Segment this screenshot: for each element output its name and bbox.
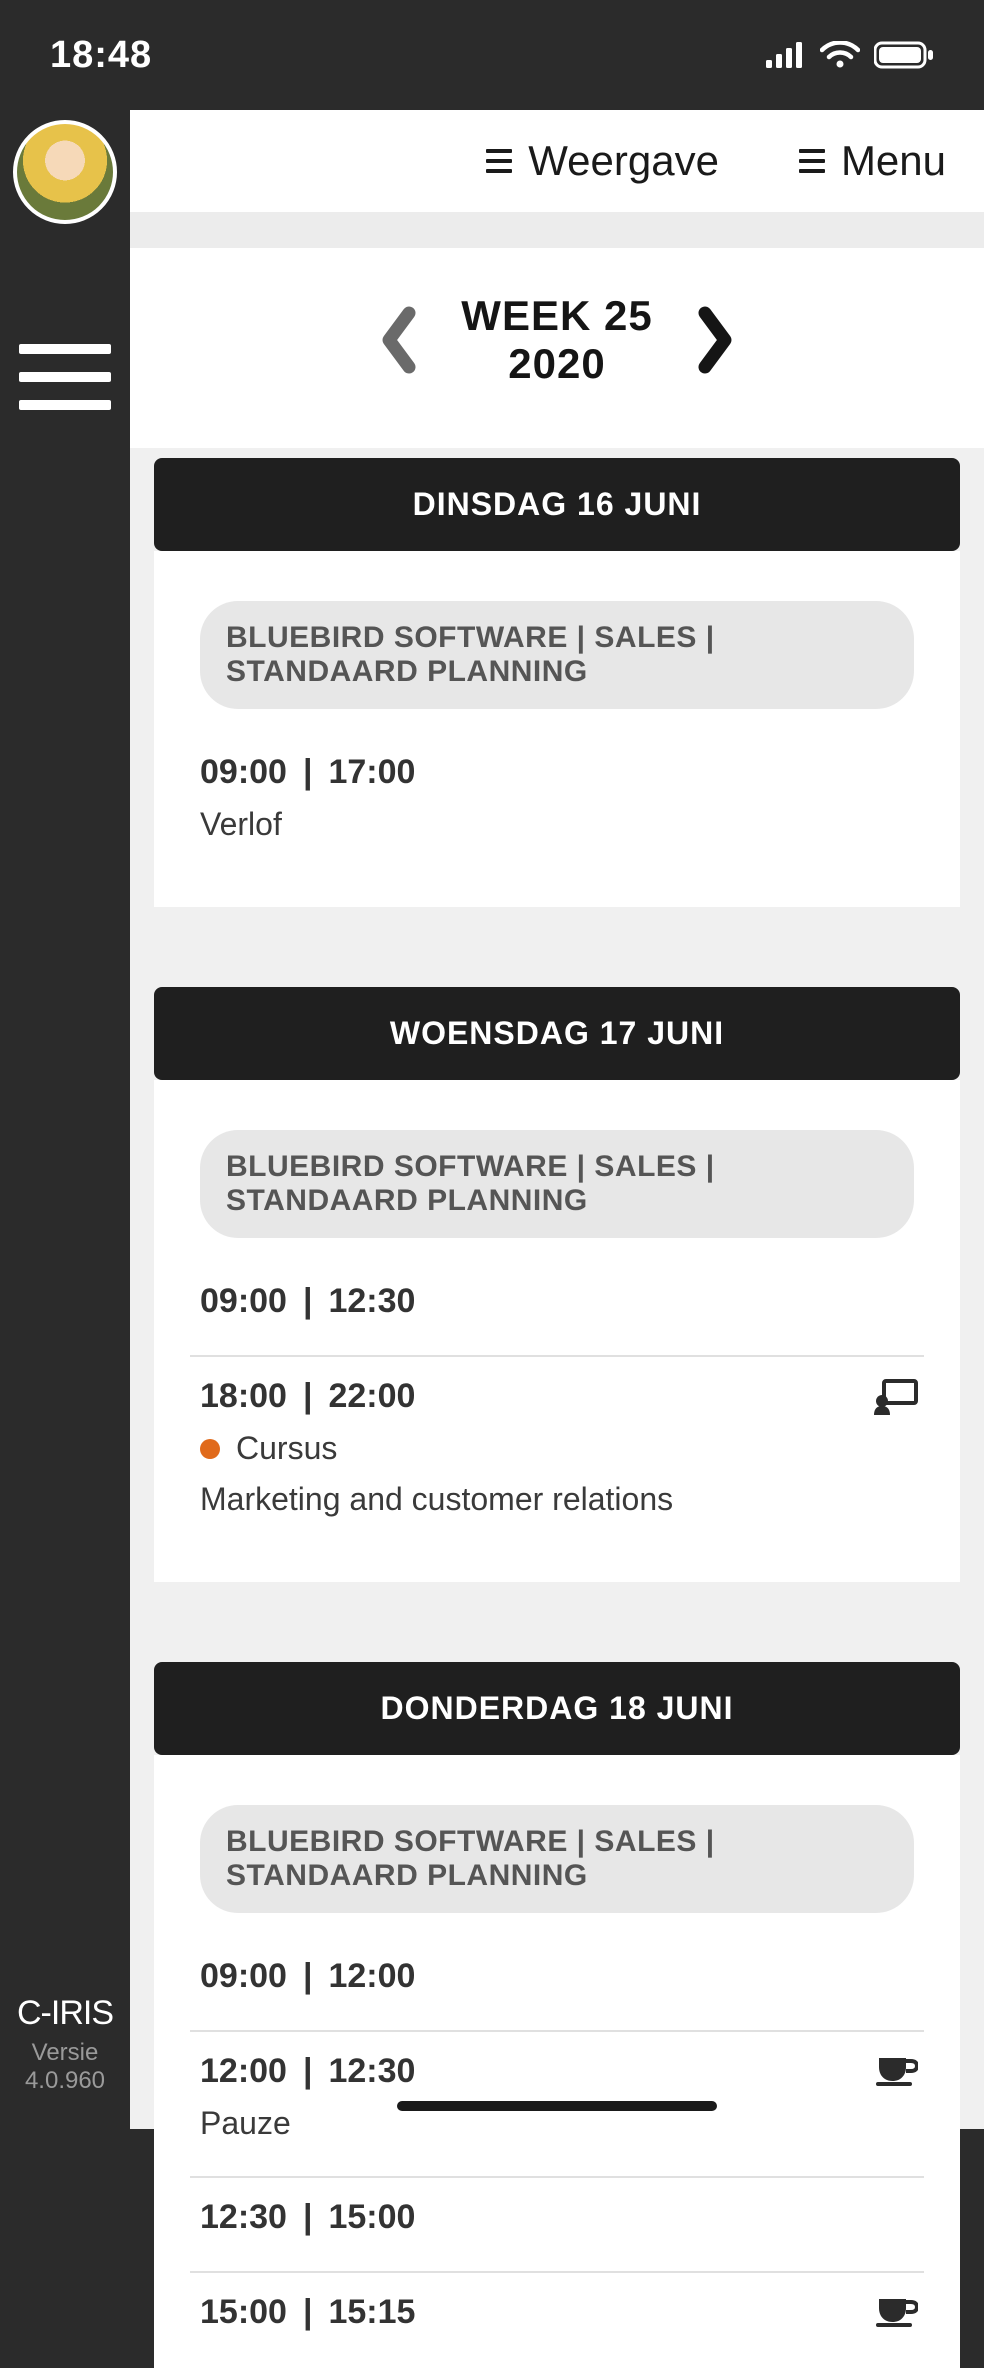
day-header[interactable]: DONDERDAG 18 JUNI [154,1662,960,1755]
category-chip[interactable]: BLUEBIRD SOFTWARE | SALES | STANDAARD PL… [200,1805,914,1913]
day-header[interactable]: DINSDAG 16 JUNI [154,458,960,551]
day-body: BLUEBIRD SOFTWARE | SALES | STANDAARD PL… [154,551,960,907]
menu-label: Menu [841,137,946,185]
device-status-bar: 18:48 [0,0,984,110]
left-rail: C-IRIS Versie 4.0.960 [0,110,130,2129]
slot-end: 12:30 [328,2052,415,2091]
slot-end: 15:15 [328,2293,415,2332]
slot-end: 12:30 [328,1282,415,1321]
slot-start: 09:00 [200,753,287,792]
week-year: 2020 [461,340,652,388]
category-chip[interactable]: BLUEBIRD SOFTWARE | SALES | STANDAARD PL… [200,1130,914,1238]
slot-start: 18:00 [200,1377,287,1416]
slot-end: 22:00 [328,1377,415,1416]
prev-week-button[interactable] [377,304,421,376]
wifi-icon [820,41,860,69]
slot-start: 09:00 [200,1957,287,1996]
schedule-slot[interactable]: 09:00 | 12:00 [190,1937,924,2030]
slot-label: Verlof [200,806,914,843]
day-body: BLUEBIRD SOFTWARE | SALES | STANDAARD PL… [154,1080,960,1582]
slot-sep: | [303,1282,313,1321]
day-section: DINSDAG 16 JUNI BLUEBIRD SOFTWARE | SALE… [130,458,984,907]
app-footer: C-IRIS Versie 4.0.960 [0,1994,130,2095]
home-indicator [397,2101,717,2111]
day-header[interactable]: WOENSDAG 17 JUNI [154,987,960,1080]
coffee-icon [876,2295,918,2332]
version-number: 4.0.960 [0,2067,130,2095]
slot-end: 15:00 [328,2198,415,2237]
weergave-label: Weergave [528,137,719,185]
slot-sep: | [303,2052,313,2091]
slot-end: 12:00 [328,1957,415,1996]
status-icons [766,41,934,69]
left-hamburger-button[interactable] [19,344,111,410]
slot-sep: | [303,2293,313,2332]
status-time: 18:48 [50,34,152,77]
week-navigator: WEEK 25 2020 [130,248,984,448]
cellular-signal-icon [766,42,806,68]
day-body: BLUEBIRD SOFTWARE | SALES | STANDAARD PL… [154,1755,960,2368]
slot-tag: Cursus [236,1430,337,1467]
brand-name: C-IRIS [0,1994,130,2033]
content-area: Weergave Menu WEEK 25 2020 DINSDAG 16 JU… [130,110,984,2129]
separator-strip [130,212,984,248]
next-week-button[interactable] [693,304,737,376]
avatar[interactable] [13,120,117,224]
slot-start: 09:00 [200,1282,287,1321]
status-dot-icon [200,1439,220,1459]
version-label: Versie [0,2039,130,2067]
week-display: WEEK 25 2020 [461,292,652,388]
slot-sep: | [303,1377,313,1416]
schedule-slot[interactable]: 09:00 | 17:00 Verlof [190,733,924,877]
schedule-slot[interactable]: 15:00 | 15:15 [190,2271,924,2338]
teach-icon [874,1379,918,1420]
coffee-icon [876,2054,918,2091]
category-chip[interactable]: BLUEBIRD SOFTWARE | SALES | STANDAARD PL… [200,601,914,709]
day-section: DONDERDAG 18 JUNI BLUEBIRD SOFTWARE | SA… [130,1662,984,2368]
slot-sep: | [303,2198,313,2237]
menu-button[interactable]: Menu [799,137,946,185]
weergave-menu-button[interactable]: Weergave [486,137,719,185]
slot-start: 15:00 [200,2293,287,2332]
slot-start: 12:30 [200,2198,287,2237]
week-label: WEEK 25 [461,292,652,340]
slot-end: 17:00 [328,753,415,792]
slot-start: 12:00 [200,2052,287,2091]
slot-sep: | [303,753,313,792]
day-section: WOENSDAG 17 JUNI BLUEBIRD SOFTWARE | SAL… [130,987,984,1582]
battery-icon [874,41,934,69]
slot-sub: Marketing and customer relations [200,1481,914,1518]
schedule-slot[interactable]: 09:00 | 12:30 [190,1262,924,1355]
top-menu-bar: Weergave Menu [130,110,984,212]
schedule-slot[interactable]: 18:00 | 22:00 Cursus Marketing and custo… [190,1355,924,1552]
schedule-slot[interactable]: 12:30 | 15:00 [190,2176,924,2271]
slot-sep: | [303,1957,313,1996]
